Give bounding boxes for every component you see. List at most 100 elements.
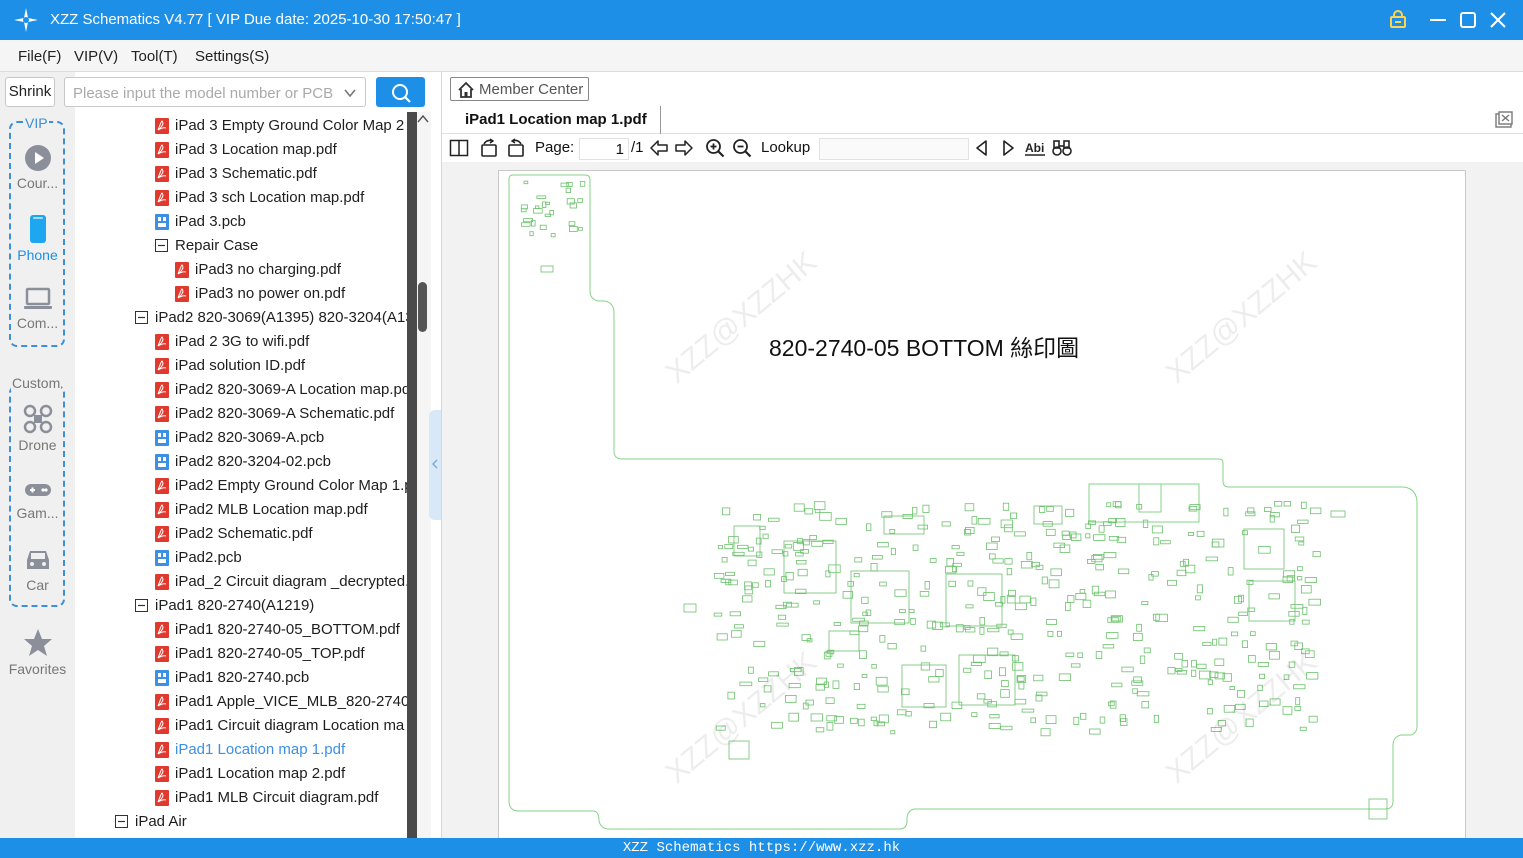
pdf-file-icon xyxy=(175,286,189,302)
document-tabs: iPad1 Location map 1.pdf xyxy=(442,106,1523,134)
rotate-left-icon[interactable] xyxy=(479,138,499,158)
sidebar-item-favorites[interactable]: Favorites xyxy=(0,628,75,677)
pdf-file-icon xyxy=(155,190,169,206)
menu-file[interactable]: File(F) xyxy=(18,48,61,65)
tree-item-label: iPad1 820-2740-05_BOTTOM.pdf xyxy=(175,621,400,638)
find-previous-icon[interactable] xyxy=(972,138,992,158)
scrollbar-thumb[interactable] xyxy=(418,282,427,332)
collapse-toggle-icon[interactable] xyxy=(115,815,128,828)
member-center-button[interactable]: Member Center xyxy=(450,77,589,101)
pdf-file-icon xyxy=(155,358,169,374)
tree-item-label: iPad_2 Circuit diagram _decrypted. xyxy=(175,573,407,590)
pcb-file-icon xyxy=(155,550,169,566)
lookup-input[interactable] xyxy=(819,138,969,160)
pdf-page: 820-2740-05 BOTTOM 絲印圖 XZZ@XZZHK XZZ@XZZ… xyxy=(498,170,1466,838)
search-button[interactable] xyxy=(376,77,425,107)
document-pane: Member Center iPad1 Location map 1.pdf P… xyxy=(441,72,1523,838)
tree-item-label: iPad2 820-3069-A.pcb xyxy=(175,429,325,446)
menu-settings[interactable]: Settings(S) xyxy=(195,48,269,65)
custom-group-label: Custom xyxy=(11,375,62,391)
previous-page-arrow-icon[interactable] xyxy=(649,138,669,158)
zoom-in-icon[interactable] xyxy=(705,138,725,158)
home-icon xyxy=(458,81,474,98)
pcb-file-icon xyxy=(155,430,169,446)
collapse-toggle-icon[interactable] xyxy=(155,239,168,252)
page-total: /1 xyxy=(631,139,644,156)
binoculars-icon[interactable] xyxy=(1051,138,1073,158)
tree-item-label: iPad 3 sch Location map.pdf xyxy=(175,189,365,206)
tree-item-label: iPad2 MLB Location map.pdf xyxy=(175,501,368,518)
tree-item-label: iPad1 Location map 2.pdf xyxy=(175,765,346,782)
pdf-file-icon xyxy=(155,382,169,398)
car-icon xyxy=(26,551,49,569)
sidebar-item-computer[interactable]: Com... xyxy=(0,286,75,331)
zoom-out-icon[interactable] xyxy=(732,138,752,158)
tree-item-label: iPad1 Circuit diagram Location ma xyxy=(175,717,405,734)
tree-item-label: iPad2 Empty Ground Color Map 1.p xyxy=(175,477,407,494)
pdf-viewer[interactable]: 820-2740-05 BOTTOM 絲印圖 XZZ@XZZHK XZZ@XZZ… xyxy=(442,162,1523,838)
play-circle-icon xyxy=(24,145,51,171)
category-rail: Shrink VIP Cour... Phone Com... Custom D… xyxy=(0,72,75,838)
sidebar-item-drone[interactable]: Drone xyxy=(0,404,75,453)
laptop-icon xyxy=(23,287,52,309)
scroll-up-icon[interactable] xyxy=(417,114,429,124)
sidebar-item-car[interactable]: Car xyxy=(0,546,75,593)
sidebar-toggle-icon[interactable] xyxy=(449,138,469,158)
pdf-file-icon xyxy=(155,118,169,134)
shrink-button[interactable]: Shrink xyxy=(5,77,55,107)
tree-item-label: iPad1 820-2740.pcb xyxy=(175,669,310,686)
close-document-icon[interactable] xyxy=(1494,110,1514,130)
sidebar-item-courses[interactable]: Cour... xyxy=(0,144,75,191)
sidebar-item-label: Drone xyxy=(18,437,57,453)
menu-tool[interactable]: Tool(T) xyxy=(131,48,178,65)
pdf-file-icon xyxy=(155,142,169,158)
tree-item-label: iPad2 820-3069-A Location map.pd xyxy=(175,381,407,398)
sidebar-item-label: Phone xyxy=(17,247,58,263)
tree-item-label: iPad solution ID.pdf xyxy=(175,357,306,374)
tree-item-label: iPad2 820-3204-02.pcb xyxy=(175,453,331,470)
next-page-arrow-icon[interactable] xyxy=(674,138,694,158)
sidebar-item-label: Gam... xyxy=(16,505,59,521)
chevron-down-icon[interactable] xyxy=(343,86,357,100)
search-icon xyxy=(392,84,411,103)
tree-item-label: iPad1 MLB Circuit diagram.pdf xyxy=(175,789,379,806)
pcb-file-icon xyxy=(155,670,169,686)
minimize-icon[interactable] xyxy=(1426,8,1450,32)
tree-item-label: iPad1 Apple_VICE_MLB_820-2740-A xyxy=(175,693,407,710)
search-input[interactable] xyxy=(73,83,333,103)
vip-group-label: VIP xyxy=(24,115,49,131)
search-combobox[interactable] xyxy=(64,77,366,107)
pcb-file-icon xyxy=(155,454,169,470)
rotate-right-icon[interactable] xyxy=(506,138,526,158)
lookup-label: Lookup xyxy=(761,139,811,156)
pdf-file-icon xyxy=(155,766,169,782)
pdf-file-icon xyxy=(175,262,189,278)
collapse-toggle-icon[interactable] xyxy=(135,311,148,324)
page-number-input[interactable] xyxy=(579,138,629,160)
find-next-icon[interactable] xyxy=(998,138,1018,158)
pdf-file-icon xyxy=(155,646,169,662)
sidebar-item-games[interactable]: Gam... xyxy=(0,478,75,521)
menu-bar: File(F) VIP(V) Tool(T) Settings(S) xyxy=(0,40,1523,72)
tab-document[interactable]: iPad1 Location map 1.pdf xyxy=(450,106,661,134)
sidebar-item-phone[interactable]: Phone xyxy=(0,214,75,263)
pdf-file-icon xyxy=(155,502,169,518)
menu-vip[interactable]: VIP(V) xyxy=(74,48,118,65)
maximize-icon[interactable] xyxy=(1456,8,1480,32)
collapse-toggle-icon[interactable] xyxy=(135,599,148,612)
close-icon[interactable] xyxy=(1486,8,1510,32)
tree-item-label: iPad Air xyxy=(135,813,187,830)
tree-item-label: iPad3 no charging.pdf xyxy=(195,261,341,278)
panel-collapse-handle[interactable] xyxy=(429,410,441,520)
tree-item-label: iPad2 Schematic.pdf xyxy=(175,525,313,542)
match-case-icon[interactable]: Abi xyxy=(1024,138,1046,158)
pdf-file-icon xyxy=(155,166,169,182)
sidebar-item-label: Cour... xyxy=(16,175,59,191)
lock-icon[interactable] xyxy=(1386,8,1410,32)
app-window: XZZ Schematics V4.77 [ VIP Due date: 202… xyxy=(0,0,1523,858)
app-logo-icon xyxy=(14,8,38,32)
tree-item-label: iPad1 820-2740-05_TOP.pdf xyxy=(175,645,365,662)
pdf-file-icon xyxy=(155,694,169,710)
tree-scrollbar[interactable] xyxy=(407,112,431,838)
sidebar-item-label: Car xyxy=(26,577,49,593)
